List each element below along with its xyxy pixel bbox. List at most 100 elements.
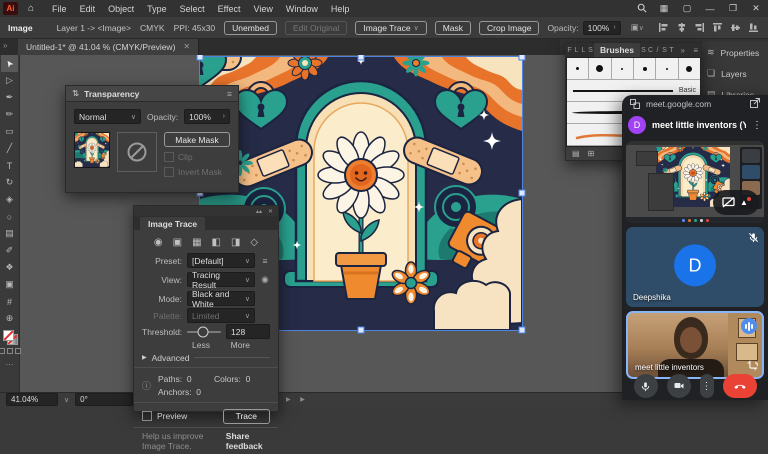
image-trace-button[interactable]: Image Trace ∨ bbox=[355, 21, 426, 35]
panel-menu-icon[interactable]: ≡ bbox=[690, 46, 701, 55]
advanced-toggle[interactable]: ▶ Advanced bbox=[134, 350, 278, 365]
collapsed-tab[interactable]: S bbox=[640, 47, 647, 54]
home-icon[interactable]: ⌂ bbox=[28, 3, 34, 14]
brush-item[interactable] bbox=[634, 58, 656, 79]
crop-image-button[interactable]: Crop Image bbox=[479, 21, 539, 35]
fill-swatch[interactable] bbox=[3, 330, 14, 341]
zoom-tool[interactable]: ⊕ bbox=[1, 310, 18, 327]
brush-item[interactable] bbox=[656, 58, 678, 79]
menu-effect[interactable]: Effect bbox=[218, 4, 241, 14]
selection-handle[interactable] bbox=[519, 327, 526, 334]
minimize-button[interactable]: — bbox=[704, 4, 716, 14]
preset-high-color-icon[interactable]: ▣ bbox=[173, 237, 182, 248]
collapsed-tab[interactable]: S bbox=[661, 47, 668, 54]
menu-object[interactable]: Object bbox=[108, 4, 134, 14]
rotation-field[interactable]: 0° bbox=[75, 393, 133, 406]
preset-select[interactable]: [Default] ∨ bbox=[187, 253, 255, 268]
eyedropper-tool[interactable]: ✐ bbox=[1, 242, 18, 259]
menu-help[interactable]: Help bbox=[331, 4, 350, 14]
arrange-documents-icon[interactable]: ▢ bbox=[681, 3, 693, 14]
close-panel-icon[interactable]: ✕ bbox=[268, 208, 273, 215]
mask-button[interactable]: Mask bbox=[435, 21, 471, 35]
brush-libraries-icon[interactable]: ▤ bbox=[572, 149, 580, 158]
trace-button[interactable]: Trace bbox=[223, 409, 270, 424]
drawing-modes[interactable] bbox=[0, 348, 21, 354]
close-tab-icon[interactable]: ✕ bbox=[183, 42, 190, 51]
menu-select[interactable]: Select bbox=[180, 4, 205, 14]
menu-window[interactable]: Window bbox=[286, 4, 318, 14]
screenshare-tile[interactable]: ▲ bbox=[626, 141, 764, 223]
crop-icon[interactable] bbox=[747, 360, 758, 373]
align-vcenter-icon[interactable] bbox=[730, 22, 741, 33]
brush-item[interactable] bbox=[589, 58, 611, 79]
align-hcenter-icon[interactable] bbox=[676, 22, 687, 33]
style-dropdown-icon[interactable]: ▣∨ bbox=[631, 22, 644, 33]
preset-auto-color-icon[interactable]: ◉ bbox=[154, 237, 163, 248]
mesh-tool[interactable]: ▤ bbox=[1, 225, 18, 242]
tab-overflow-icon[interactable]: » bbox=[3, 41, 7, 50]
collapsed-tab[interactable]: L bbox=[573, 47, 580, 54]
mic-button[interactable] bbox=[634, 374, 658, 398]
blend-mode-select[interactable]: Normal ∨ bbox=[74, 109, 141, 124]
collapsed-tab[interactable]: C bbox=[647, 47, 654, 54]
close-button[interactable]: ✕ bbox=[750, 3, 762, 14]
pencil-tool[interactable]: ✏ bbox=[1, 106, 18, 123]
brushes-tab[interactable]: Brushes bbox=[594, 43, 640, 57]
preset-black-white-icon[interactable]: ◨ bbox=[231, 237, 240, 248]
rotate-tool[interactable]: ↻ bbox=[1, 174, 18, 191]
mode-select[interactable]: Black and White ∨ bbox=[187, 291, 255, 306]
fill-stroke-swatches[interactable] bbox=[3, 330, 17, 344]
unembed-button[interactable]: Unembed bbox=[224, 21, 277, 35]
artboard-tool[interactable]: ▣ bbox=[1, 276, 18, 293]
make-mask-button[interactable]: Make Mask bbox=[164, 132, 230, 147]
share-feedback-link[interactable]: Share feedback bbox=[226, 431, 270, 451]
rectangle-tool[interactable]: ▭ bbox=[1, 123, 18, 140]
eraser-tool[interactable]: ◈ bbox=[1, 191, 18, 208]
collapsed-tab[interactable]: T bbox=[668, 47, 675, 54]
edit-toolbar-icon[interactable]: … bbox=[6, 358, 14, 367]
brush-item[interactable] bbox=[612, 58, 634, 79]
selection-handle[interactable] bbox=[358, 327, 365, 334]
illustrator-logo-icon[interactable]: Ai bbox=[3, 2, 18, 15]
panel-overflow-icon[interactable]: » bbox=[677, 46, 687, 55]
workspace-switcher-icon[interactable]: ▦ bbox=[658, 3, 670, 14]
restore-button[interactable]: ❐ bbox=[727, 3, 739, 14]
type-tool[interactable]: T bbox=[1, 157, 18, 174]
dock-layers[interactable]: ❏ Layers bbox=[701, 63, 768, 84]
threshold-slider-knob[interactable] bbox=[198, 326, 209, 337]
pen-tool[interactable]: ✒ bbox=[1, 89, 18, 106]
participant-tile-webcam[interactable]: meet little inventors bbox=[626, 311, 764, 379]
pop-out-icon[interactable] bbox=[750, 98, 760, 110]
preset-low-color-icon[interactable]: ▦ bbox=[192, 237, 201, 248]
threshold-value-field[interactable]: 128 bbox=[226, 324, 270, 339]
selection-handle[interactable] bbox=[519, 190, 526, 197]
more-options-button[interactable]: ⋮ bbox=[700, 374, 714, 398]
view-select[interactable]: Tracing Result ∨ bbox=[187, 272, 255, 287]
search-icon[interactable] bbox=[637, 3, 647, 15]
direct-selection-tool[interactable]: ▷ bbox=[1, 72, 18, 89]
new-brush-icon[interactable]: ⊞ bbox=[588, 149, 595, 158]
zoom-chevron-icon[interactable]: ∨ bbox=[64, 396, 69, 404]
collapsed-tab[interactable]: S bbox=[587, 47, 594, 54]
slice-tool[interactable]: # bbox=[1, 293, 18, 310]
artboard-nav-next[interactable]: ▶ ▶ bbox=[286, 396, 309, 403]
image-trace-tab[interactable]: Image Trace bbox=[140, 217, 205, 230]
line-tool[interactable]: ╱ bbox=[1, 140, 18, 157]
collapsed-tab[interactable]: F bbox=[566, 47, 573, 54]
align-right-icon[interactable] bbox=[694, 22, 705, 33]
opacity-field[interactable]: 100% › bbox=[583, 21, 621, 35]
preset-outline-icon[interactable]: ◇ bbox=[250, 237, 258, 248]
menu-edit[interactable]: Edit bbox=[80, 4, 96, 14]
zoom-level-field[interactable]: 41.04% bbox=[6, 393, 58, 406]
panel-toggle-icon[interactable]: ⇅ bbox=[72, 88, 79, 99]
participant-tile-deepshika[interactable]: D Deepshika bbox=[626, 227, 764, 307]
menu-type[interactable]: Type bbox=[147, 4, 167, 14]
document-tab[interactable]: Untitled-1* @ 41.04 % (CMYK/Preview) ✕ bbox=[18, 38, 199, 55]
mask-thumbnail-empty[interactable] bbox=[117, 132, 157, 172]
meet-more-icon[interactable]: ⋮ bbox=[752, 120, 762, 131]
align-left-icon[interactable] bbox=[658, 22, 669, 33]
dock-properties[interactable]: ≋ Properties bbox=[701, 42, 768, 63]
preset-grayscale-icon[interactable]: ◧ bbox=[212, 237, 221, 248]
brush-item[interactable] bbox=[679, 58, 700, 79]
preset-menu-icon[interactable]: ≡ bbox=[260, 256, 270, 266]
